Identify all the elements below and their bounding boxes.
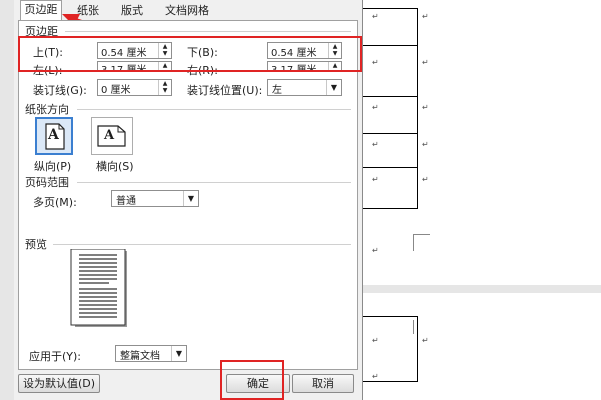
table-cell[interactable] — [362, 316, 418, 382]
apply-to-label: 应用于(Y): — [29, 350, 82, 363]
multiple-pages-value: 普通 — [116, 196, 136, 207]
multiple-pages-select[interactable]: 普通 ▼ — [111, 190, 199, 207]
table-cell[interactable] — [362, 8, 418, 46]
pages-section-title: 页码范围 — [25, 176, 69, 189]
paragraph-mark: ↵ — [422, 175, 429, 184]
paragraph-mark: ↵ — [372, 12, 379, 21]
table-cell[interactable] — [362, 167, 418, 209]
chevron-down-icon[interactable]: ▼ — [183, 191, 198, 206]
page-preview — [70, 249, 127, 327]
section-divider — [77, 182, 351, 183]
paragraph-mark: ↵ — [422, 140, 429, 149]
paragraph-mark: ↵ — [372, 336, 379, 345]
orientation-section-title: 纸张方向 — [25, 103, 69, 116]
chevron-down-icon[interactable]: ▼ — [326, 80, 341, 95]
section-divider — [53, 244, 351, 245]
page-corner-mark — [413, 320, 430, 334]
gutter-position-value: 左 — [272, 85, 282, 96]
page-corner-mark — [413, 234, 430, 251]
cancel-button[interactable]: 取消 — [292, 374, 354, 393]
paragraph-mark: ↵ — [372, 175, 379, 184]
tab-panel: 页边距 上(T): 0.54 厘米 ▲ ▼ 下(B): 0.54 厘米 ▲ ▼ 左(… — [18, 20, 358, 370]
multiple-pages-label: 多页(M): — [33, 196, 77, 209]
gutter-stepper[interactable]: 0 厘米 ▲ ▼ — [97, 79, 172, 96]
paragraph-mark: ↵ — [372, 372, 379, 381]
portrait-button[interactable]: A — [35, 117, 73, 155]
page-setup-dialog: 页边距 纸张 版式 文档网格 页边距 上(T): 0.54 厘米 ▲ ▼ 下(B)… — [14, 0, 363, 400]
apply-to-value: 整篇文档 — [120, 351, 160, 362]
landscape-label[interactable]: 横向(S) — [96, 158, 134, 174]
section-divider — [65, 31, 351, 32]
preview-section-title: 预览 — [25, 238, 47, 251]
paragraph-mark: ↵ — [372, 58, 379, 67]
apply-to-select[interactable]: 整篇文档 ▼ — [115, 345, 187, 362]
section-divider — [77, 109, 351, 110]
spin-arrows-icon[interactable]: ▲ ▼ — [158, 80, 171, 95]
tab-document-grid[interactable]: 文档网格 — [156, 2, 218, 20]
paragraph-mark: ↵ — [372, 103, 379, 112]
tab-margins[interactable]: 页边距 — [20, 0, 62, 20]
paragraph-mark: ↵ — [422, 336, 429, 345]
gutter-value: 0 厘米 — [101, 85, 131, 96]
landscape-glyph: A — [104, 128, 115, 143]
table-cell[interactable] — [362, 133, 418, 168]
margins-highlight-box — [18, 36, 362, 72]
paragraph-mark: ↵ — [372, 246, 379, 255]
paragraph-mark: ↵ — [372, 140, 379, 149]
portrait-label[interactable]: 纵向(P) — [34, 158, 71, 174]
chevron-down-icon[interactable]: ▼ — [171, 346, 186, 361]
table-cell[interactable] — [362, 96, 418, 134]
set-default-button[interactable]: 设为默认值(D) — [18, 374, 100, 393]
landscape-button[interactable]: A — [91, 117, 133, 155]
paragraph-mark: ↵ — [422, 12, 429, 21]
ok-highlight-box — [220, 360, 284, 400]
portrait-glyph: A — [48, 127, 59, 143]
gutter-label: 装订线(G): — [33, 84, 87, 97]
gutter-position-select[interactable]: 左 ▼ — [267, 79, 342, 96]
table-cell[interactable] — [362, 45, 418, 97]
paragraph-mark: ↵ — [422, 58, 429, 67]
gutter-position-label: 装订线位置(U): — [187, 84, 263, 97]
paragraph-mark: ↵ — [422, 103, 429, 112]
